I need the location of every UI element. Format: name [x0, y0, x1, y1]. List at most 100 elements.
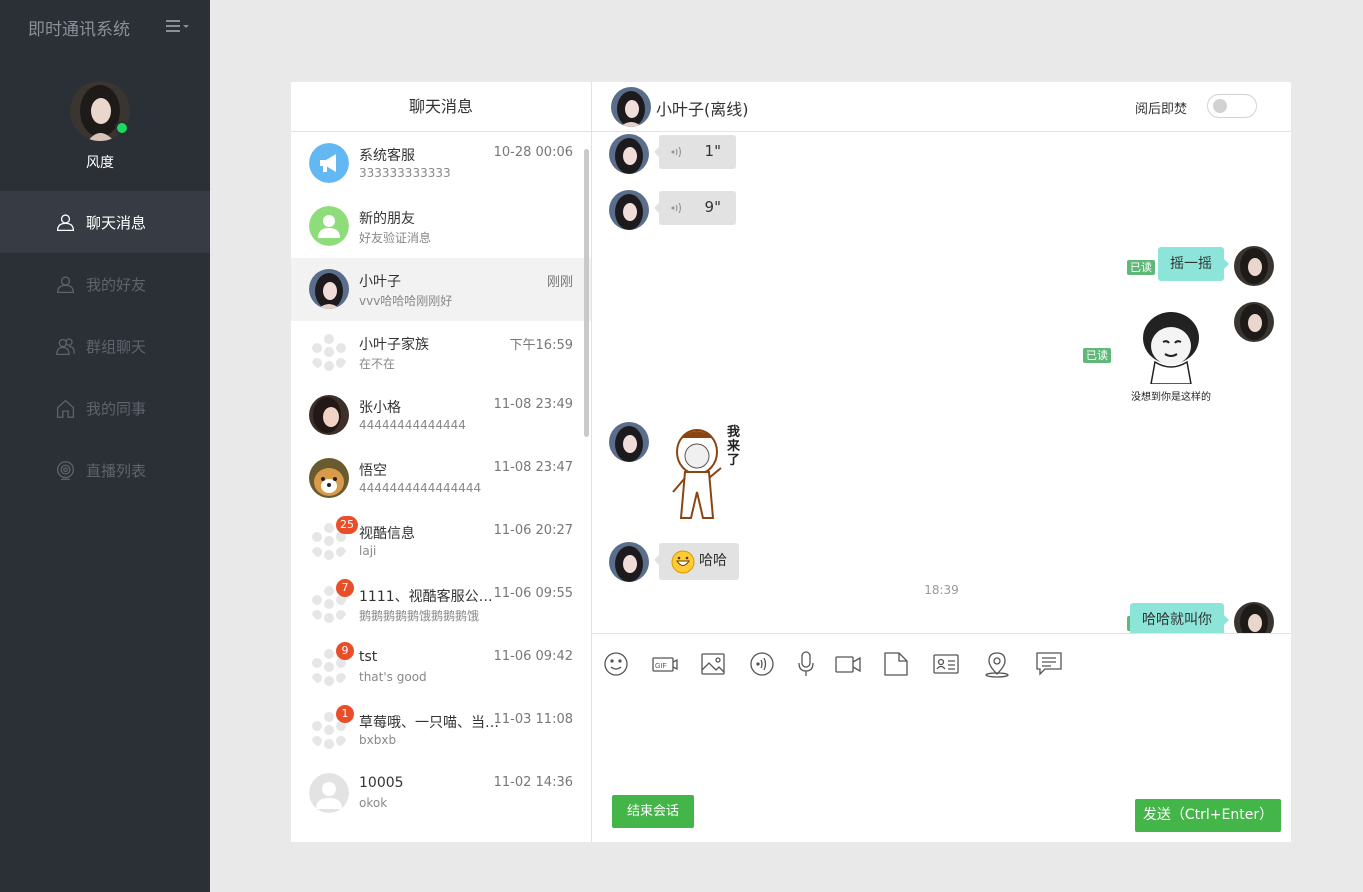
avatar[interactable]	[609, 422, 649, 462]
conversation-item[interactable]: 小叶子家族 下午16:59 在不在	[291, 321, 591, 384]
voice-wave-icon	[671, 146, 682, 158]
conversation-item[interactable]: 1 草莓哦、一只喵、当前用户 11-03 11:08 bxbxb	[291, 699, 591, 762]
unread-badge: 7	[336, 579, 354, 597]
sidebar-item-groups[interactable]: 群组聊天	[0, 315, 210, 377]
unread-badge: 9	[336, 642, 354, 660]
conversation-preview: 4444444444444444	[359, 481, 482, 495]
conversation-time: 11-08 23:49	[493, 397, 573, 412]
avatar[interactable]	[609, 542, 649, 582]
sidebar-item-live[interactable]: 直播列表	[0, 439, 210, 501]
sidebar-item-colleagues[interactable]: 我的同事	[0, 377, 210, 439]
file-icon[interactable]	[882, 650, 910, 678]
voice-duration: 9"	[704, 198, 721, 216]
chat-header: 小叶子(离线) 阅后即焚	[592, 82, 1291, 132]
message-timestamp: 18:39	[924, 583, 959, 597]
sent-text-message[interactable]: 哈哈就叫你	[1130, 603, 1229, 633]
message-area: 1" 9" 已读 摇一摇 已读 没想到你是这样的 我来了 哈哈 18:39 哈哈…	[592, 133, 1291, 633]
conversation-preview: 在不在	[359, 357, 396, 371]
conversation-item[interactable]: 小叶子 刚刚 vvv哈哈哈刚刚好	[291, 258, 591, 321]
conversation-item[interactable]: 9 tst 11-06 09:42 that's good	[291, 636, 591, 699]
conversation-name: 1111、视酷客服公众号	[359, 589, 501, 605]
dog-avatar	[309, 458, 349, 498]
quick-reply-icon[interactable]	[1035, 650, 1063, 678]
sidebar-item-friends[interactable]: 我的好友	[0, 253, 210, 315]
message-text: 哈哈	[699, 553, 727, 569]
new-friend-icon: NEW	[309, 206, 349, 246]
conversation-time: 刚刚	[546, 275, 573, 290]
sidebar-nav: 聊天消息 我的好友 群组聊天 我的同事 直播列表	[0, 191, 210, 501]
sent-text-message[interactable]: 摇一摇	[1158, 247, 1229, 281]
conversation-name: 小叶子	[359, 274, 401, 290]
default-avatar	[309, 773, 349, 813]
conversation-item[interactable]: 10005 11-02 14:36 okok	[291, 762, 591, 825]
contact-card-icon[interactable]	[932, 650, 960, 678]
conversation-name: tst	[359, 649, 378, 665]
burn-after-read-toggle[interactable]	[1207, 94, 1257, 118]
sidebar-item-label: 聊天消息	[86, 213, 147, 232]
avatar[interactable]	[609, 134, 649, 174]
conversation-preview: vvv哈哈哈刚刚好	[359, 294, 453, 308]
gif-icon[interactable]: GIF	[651, 650, 679, 678]
avatar[interactable]	[609, 190, 649, 230]
voice-duration: 1"	[704, 142, 721, 160]
sidebar-item-chat[interactable]: 聊天消息	[0, 191, 210, 253]
conversation-time: 11-06 09:55	[493, 586, 573, 601]
unread-badge: 25	[336, 516, 358, 534]
voice-message[interactable]: 9"	[654, 191, 736, 225]
voice-wave-icon	[671, 202, 682, 214]
location-icon[interactable]	[983, 650, 1011, 678]
app-title: 即时通讯系统	[28, 20, 130, 40]
conversation-preview: bxbxb	[359, 733, 397, 747]
conversation-item[interactable]: 系统客服 10-28 00:06 333333333333	[291, 132, 591, 195]
conversation-name: 小叶子家族	[359, 337, 429, 353]
conversation-list-scrollbar[interactable]	[584, 149, 589, 437]
meme-man-sticker	[672, 429, 722, 519]
avatar[interactable]	[1234, 602, 1274, 633]
conversation-list-header: 聊天消息	[291, 82, 591, 132]
conversation-item[interactable]: 悟空 11-08 23:47 4444444444444444	[291, 447, 591, 510]
conversation-item[interactable]: 7 1111、视酷客服公众号 11-06 09:55 鹅鹅鹅鹅鹅饿鹅鹅鹅饿	[291, 573, 591, 636]
conversation-time: 10-28 00:06	[493, 145, 573, 160]
conversation-name: 悟空	[359, 463, 387, 479]
composer-toolbar: GIF	[592, 634, 1291, 694]
received-text-message[interactable]: 哈哈	[654, 543, 739, 580]
chat-window: 聊天消息 系统客服 10-28 00:06 333333333333 NEW 新…	[291, 82, 1291, 842]
toggle-knob	[1213, 99, 1227, 113]
conversation-preview: laji	[359, 544, 377, 558]
camera-icon	[56, 460, 75, 480]
avatar	[309, 395, 349, 435]
send-button[interactable]: 发送（Ctrl+Enter）	[1135, 799, 1281, 832]
avatar[interactable]	[1234, 302, 1274, 342]
end-conversation-button[interactable]: 结束会话	[612, 795, 694, 828]
menu-icon[interactable]	[166, 18, 192, 36]
conversation-name: 张小格	[359, 400, 401, 416]
conversation-time: 11-06 20:27	[493, 523, 573, 538]
online-status-dot	[115, 121, 129, 135]
grin-emoji-icon	[671, 550, 695, 573]
avatar[interactable]	[611, 87, 651, 127]
user-icon	[56, 275, 75, 293]
conversation-name: 10005	[359, 775, 404, 791]
chat-title: 小叶子(离线)	[656, 100, 749, 119]
received-sticker[interactable]: 我来了	[667, 422, 747, 526]
message-composer: GIF 结束会话 发送（Ctrl+Enter）	[592, 633, 1291, 842]
conversation-item[interactable]: 25 视酷信息 11-06 20:27 laji	[291, 510, 591, 573]
image-icon[interactable]	[699, 650, 727, 678]
microphone-icon[interactable]	[792, 650, 820, 678]
conversation-preview: 好友验证消息	[359, 231, 432, 245]
conversation-item[interactable]: NEW 新的朋友 好友验证消息	[291, 195, 591, 258]
home-icon	[56, 399, 75, 418]
sidebar-item-label: 我的同事	[86, 399, 147, 418]
conversation-name: 系统客服	[359, 148, 415, 164]
voice-icon[interactable]	[748, 650, 776, 678]
conversation-list: 系统客服 10-28 00:06 333333333333 NEW 新的朋友 好…	[291, 132, 591, 842]
conversation-item[interactable]: 张小格 11-08 23:49 44444444444444	[291, 384, 591, 447]
avatar[interactable]	[1234, 246, 1274, 286]
emoji-icon[interactable]	[602, 650, 630, 678]
sent-sticker[interactable]: 没想到你是这样的	[1125, 310, 1217, 404]
group-avatar	[309, 332, 349, 372]
svg-text:NEW: NEW	[322, 239, 336, 245]
voice-message[interactable]: 1"	[654, 135, 736, 169]
conversation-name: 视酷信息	[359, 526, 415, 542]
video-icon[interactable]	[834, 650, 862, 678]
